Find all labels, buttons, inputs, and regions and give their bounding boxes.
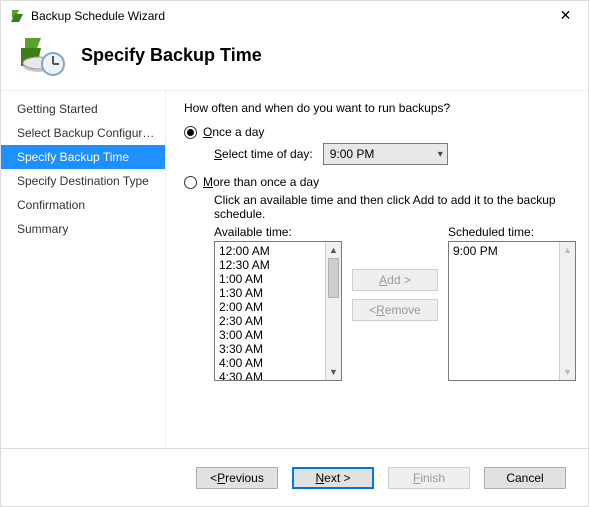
- scrollbar[interactable]: ▲ ▼: [325, 242, 341, 380]
- scheduled-time-listbox[interactable]: 9:00 PM ▲ ▼: [448, 241, 576, 381]
- app-icon: [9, 8, 25, 24]
- body: Getting Started Select Backup Configurat…: [1, 91, 588, 448]
- wizard-icon: [19, 36, 67, 74]
- list-item[interactable]: 3:30 AM: [219, 342, 321, 356]
- radio-more-than-once[interactable]: More than once a day: [184, 175, 576, 189]
- list-item[interactable]: 1:30 AM: [219, 286, 321, 300]
- nav-specify-backup-time[interactable]: Specify Backup Time: [1, 145, 165, 169]
- next-button[interactable]: Next >: [292, 467, 374, 489]
- list-item[interactable]: 2:30 AM: [219, 314, 321, 328]
- cancel-button[interactable]: Cancel: [484, 467, 566, 489]
- time-of-day-value: 9:00 PM: [330, 147, 375, 161]
- available-time-listbox[interactable]: 12:00 AM 12:30 AM 1:00 AM 1:30 AM 2:00 A…: [214, 241, 342, 381]
- scrollbar: ▲ ▼: [559, 242, 575, 380]
- select-time-row: Select time of day: 9:00 PM ▾: [214, 143, 576, 165]
- previous-button[interactable]: < Previous: [196, 467, 278, 489]
- multi-instruction: Click an available time and then click A…: [214, 193, 576, 221]
- footer: < Previous Next > Finish Cancel: [1, 448, 588, 506]
- scroll-track: [560, 258, 575, 364]
- nav-getting-started[interactable]: Getting Started: [1, 97, 165, 121]
- dialog: Backup Schedule Wizard ✕ Specify Backup …: [0, 0, 589, 507]
- scheduled-time-items: 9:00 PM: [449, 242, 559, 380]
- prompt-text: How often and when do you want to run ba…: [184, 101, 576, 115]
- close-button[interactable]: ✕: [543, 1, 588, 31]
- radio-icon: [184, 176, 197, 189]
- select-time-label: Select time of day:: [214, 147, 313, 161]
- time-lists: Available time: 12:00 AM 12:30 AM 1:00 A…: [214, 225, 576, 381]
- radio-once-a-day[interactable]: Once a day: [184, 125, 576, 139]
- radio-once-label: Once a day: [203, 125, 264, 139]
- scroll-up-icon[interactable]: ▲: [326, 242, 341, 258]
- scheduled-time-label: Scheduled time:: [448, 225, 576, 239]
- finish-button: Finish: [388, 467, 470, 489]
- remove-button[interactable]: < Remove: [352, 299, 438, 321]
- scroll-thumb[interactable]: [328, 258, 339, 298]
- available-time-label: Available time:: [214, 225, 342, 239]
- list-item[interactable]: 9:00 PM: [453, 244, 555, 258]
- available-time-items: 12:00 AM 12:30 AM 1:00 AM 1:30 AM 2:00 A…: [215, 242, 325, 380]
- wizard-nav: Getting Started Select Backup Configurat…: [1, 91, 166, 448]
- content: How often and when do you want to run ba…: [166, 91, 588, 448]
- time-of-day-combo[interactable]: 9:00 PM ▾: [323, 143, 448, 165]
- chevron-down-icon: ▾: [438, 149, 443, 160]
- list-item[interactable]: 3:00 AM: [219, 328, 321, 342]
- list-item[interactable]: 12:30 AM: [219, 258, 321, 272]
- list-item[interactable]: 4:30 AM: [219, 370, 321, 380]
- scroll-down-icon[interactable]: ▼: [326, 364, 341, 380]
- list-item[interactable]: 2:00 AM: [219, 300, 321, 314]
- scroll-up-icon: ▲: [560, 242, 575, 258]
- radio-icon: [184, 126, 197, 139]
- list-item[interactable]: 1:00 AM: [219, 272, 321, 286]
- nav-confirmation[interactable]: Confirmation: [1, 193, 165, 217]
- scroll-track[interactable]: [326, 298, 341, 364]
- titlebar: Backup Schedule Wizard ✕: [1, 0, 588, 30]
- add-remove-buttons: Add > < Remove: [352, 225, 438, 365]
- nav-select-backup-config[interactable]: Select Backup Configurat...: [1, 121, 165, 145]
- nav-summary[interactable]: Summary: [1, 217, 165, 241]
- list-item[interactable]: 12:00 AM: [219, 244, 321, 258]
- scroll-down-icon: ▼: [560, 364, 575, 380]
- add-button[interactable]: Add >: [352, 269, 438, 291]
- header: Specify Backup Time: [1, 30, 588, 91]
- page-heading: Specify Backup Time: [81, 45, 262, 66]
- window-title: Backup Schedule Wizard: [31, 9, 537, 23]
- list-item[interactable]: 4:00 AM: [219, 356, 321, 370]
- radio-multi-label: More than once a day: [203, 175, 319, 189]
- nav-specify-destination-type[interactable]: Specify Destination Type: [1, 169, 165, 193]
